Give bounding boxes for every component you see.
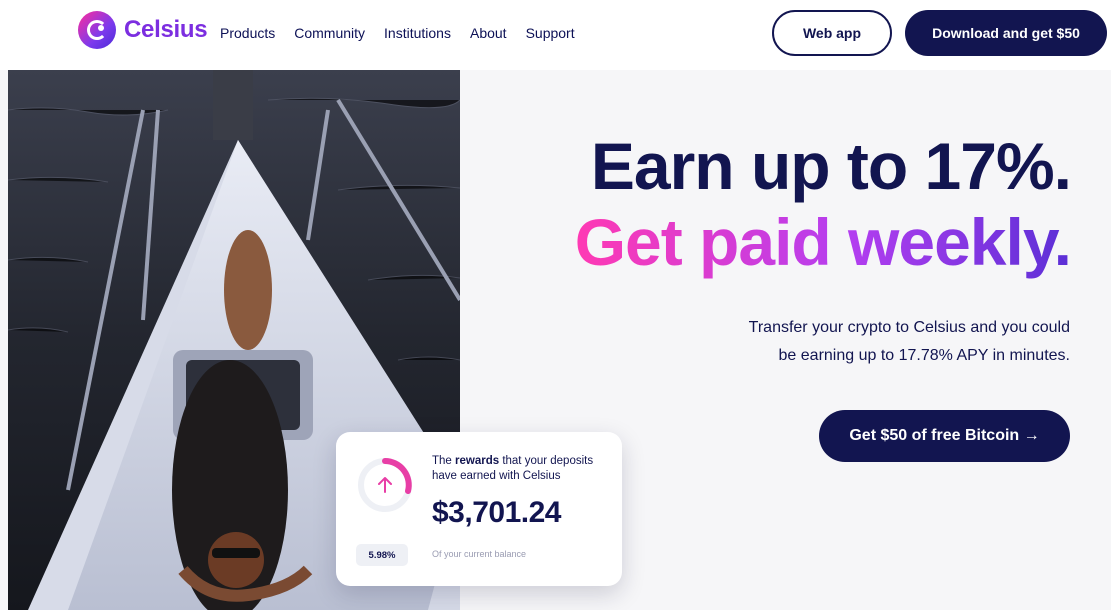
hero-headline: Earn up to 17%. Get paid weekly. (574, 128, 1072, 280)
subtext-line-2: be earning up to 17.78% APY in minutes. (778, 347, 1070, 364)
percent-label: Of your current balance (432, 549, 527, 559)
logo-text: Celsius (124, 16, 208, 43)
nav-item-about[interactable]: About (470, 25, 507, 41)
nav-item-support[interactable]: Support (526, 25, 575, 41)
arrow-up-icon (373, 473, 397, 497)
celsius-logo[interactable]: Celsius (78, 11, 208, 49)
rewards-bold: rewards (455, 455, 500, 467)
rewards-amount: $3,701.24 (432, 496, 561, 529)
hero-subtext: Transfer your crypto to Celsius and you … (670, 314, 1070, 370)
web-app-button[interactable]: Web app (772, 10, 892, 56)
get-free-bitcoin-button[interactable]: Get $50 of free Bitcoin → (819, 410, 1070, 462)
rewards-description: The rewards that your deposits have earn… (432, 455, 594, 482)
rewards-card: The rewards that your deposits have earn… (336, 432, 622, 586)
percent-badge: 5.98% (356, 544, 408, 566)
main-menu: Products Community Institutions About Su… (220, 25, 575, 41)
nav-item-institutions[interactable]: Institutions (384, 25, 451, 41)
nav-item-products[interactable]: Products (220, 25, 275, 41)
top-nav: Celsius Products Community Institutions … (0, 0, 1111, 70)
download-button[interactable]: Download and get $50 (905, 10, 1107, 56)
headline-line-2: Get paid weekly. (574, 205, 1072, 279)
celsius-logo-icon (78, 11, 116, 49)
rewards-progress-ring (358, 458, 412, 512)
headline-line-1: Earn up to 17%. (590, 129, 1072, 203)
subtext-line-1: Transfer your crypto to Celsius and you … (748, 319, 1070, 336)
nav-item-community[interactable]: Community (294, 25, 365, 41)
